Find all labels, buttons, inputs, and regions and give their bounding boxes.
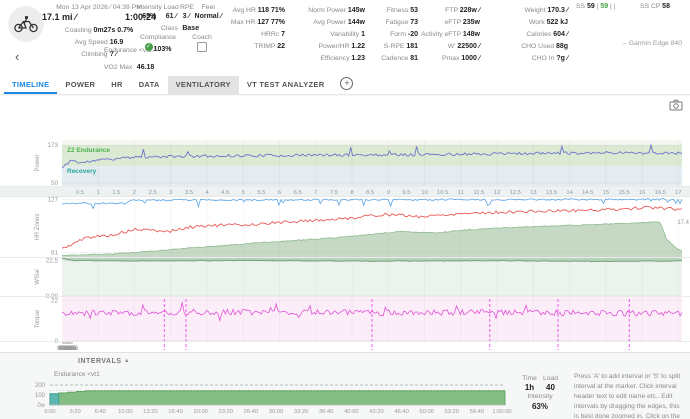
distance-tick: 7 [314,190,317,196]
activity-page: 17350PowerZ2 EnduranceRecovery12781HR Zo… [0,0,690,419]
tab-power[interactable]: POWER [57,76,103,94]
mini-x-tick: 46:40 [394,409,409,415]
distance-tick: 9 [387,190,390,196]
distance-tick: 9.5 [402,190,410,196]
tab-vt-test-analyzer[interactable]: VT TEST ANALYZER [239,76,333,94]
mini-x-tick: 3:20 [69,409,80,415]
distance-tick: 3.5 [185,190,193,196]
interval-time-value: 1h [519,383,540,392]
distance-tick: 12 [494,190,500,196]
mini-x-tick: 13:20 [143,409,158,415]
distance-tick: 16 [639,190,645,196]
distance-tick: 6.5 [294,190,302,196]
tab-bar: TIMELINEPOWERHRDATAVENTILATORYVT TEST AN… [0,77,690,94]
mini-y-tick: 100 [35,393,46,399]
interval-name[interactable]: Endurance <vt1 [54,371,100,378]
interval-intensity-label: Intensity [519,392,561,402]
interval-summary-box: Time Load 1h 40 Intensity 63% [519,374,561,411]
panel-title-wbal: W'Bal [35,269,41,284]
mini-x-tick: 30:00 [269,409,284,415]
mini-x-tick: 1:00:00 [492,409,511,415]
distance-tick: 17 [675,190,681,196]
distance-tick: 12.5 [510,190,521,196]
panel-title-hr: HR Zones [35,213,41,240]
mini-x-tick: 43:20 [369,409,384,415]
mini-x-tick: 53:20 [445,409,460,415]
tab-data[interactable]: DATA [131,76,168,94]
distance-tick: 8 [350,190,353,196]
add-tab-icon[interactable]: + [340,77,353,90]
y-axis-tick: 22 [51,298,59,305]
mini-x-tick: 20:00 [193,409,208,415]
distance-tick: 14 [566,190,573,196]
distance-tick: 13 [530,190,536,196]
distance-tick: 15 [603,190,609,196]
right-axis-label: 17.4 [677,220,689,226]
intervals-section: 2001000w0:003:206:4010:0013:2016:4020:00… [0,352,690,419]
y-axis-tick: 22.5 [46,257,59,264]
mini-x-tick: 0:00 [44,409,55,415]
interval-load-label: Load [540,374,561,383]
distance-tick: 7.5 [330,190,338,196]
distance-tick: 8.5 [366,190,374,196]
zone-label: Recovery [67,168,97,175]
intervals-help-text: Press 'A' to add interval or 'S' to spli… [574,372,686,419]
interval-bars[interactable] [50,391,505,405]
interval-load-value: 40 [540,383,561,392]
tab-timeline[interactable]: TIMELINE [4,76,57,94]
distance-tick: 1 [97,190,100,196]
collapse-arrow-icon: ▲ [124,358,130,364]
wbal-panel-bg [62,258,682,296]
intervals-toggle[interactable]: INTERVALS ▲ [78,358,130,365]
distance-tick: 6 [278,190,281,196]
mini-x-tick: 26:40 [244,409,259,415]
distance-tick: 3 [169,190,172,196]
y-axis-tick: 81 [51,249,59,256]
intervals-title: INTERVALS [78,358,122,365]
screenshot-camera-icon[interactable] [669,99,683,111]
tab-hr[interactable]: HR [103,76,130,94]
mini-x-tick: 56:40 [470,409,485,415]
mini-y-tick: 200 [35,383,46,389]
card-divider [0,94,690,96]
distance-tick: 10.5 [437,190,448,196]
mini-x-tick: 50:00 [419,409,434,415]
y-axis-tick: 127 [47,196,58,203]
mini-x-tick: 6:40 [95,409,106,415]
distance-tick: 16.5 [655,190,666,196]
mini-x-tick: 10:00 [118,409,133,415]
distance-tick: 4.5 [221,190,229,196]
distance-tick: 2 [133,190,136,196]
distance-tick: 1.5 [112,190,120,196]
distance-tick: 0.5 [76,190,84,196]
panel-title-torque: Torque [35,309,41,328]
distance-tick: 15.5 [618,190,629,196]
mini-x-tick: 16:40 [168,409,183,415]
y-axis-tick: 173 [47,142,58,149]
distance-tick: 2.5 [149,190,157,196]
interval-bar-selected[interactable] [50,394,59,405]
tab-ventilatory[interactable]: VENTILATORY [168,76,239,94]
interval-time-label: Time [519,374,540,383]
zone-label: Z2 Endurance [67,147,110,154]
timeline-chart[interactable]: 17350PowerZ2 EnduranceRecovery12781HR Zo… [0,0,690,352]
distance-tick: 11 [458,190,464,196]
distance-tick: 10 [421,190,427,196]
y-axis-tick: 50 [51,180,59,187]
interval-intensity-value: 63% [519,402,561,411]
mini-x-tick: 23:20 [219,409,234,415]
panel-title-power: Power [35,154,41,171]
distance-tick: 5.5 [257,190,265,196]
mini-x-tick: 36:40 [319,409,334,415]
mini-x-tick: 33:20 [294,409,309,415]
distance-tick: 5 [242,190,245,196]
distance-tick: 13.5 [546,190,557,196]
mini-x-tick: 40:00 [344,409,359,415]
distance-tick: 14.5 [582,190,593,196]
distance-tick: 11.5 [474,190,485,196]
